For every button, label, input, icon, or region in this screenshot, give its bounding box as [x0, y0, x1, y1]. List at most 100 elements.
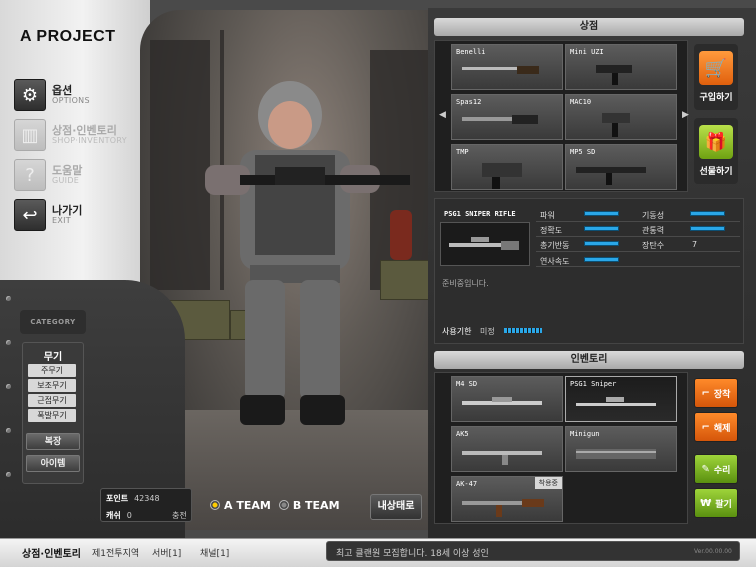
shotgun-icon — [462, 66, 539, 74]
menu-sublabel: SHOP·INVENTORY — [52, 135, 127, 145]
coin-icon: ₩ — [700, 497, 712, 509]
gift-button[interactable]: 🎁 선물하기 — [694, 118, 738, 184]
inventory-item-m4-sd[interactable]: M4 SD — [451, 376, 563, 422]
shop-item-mp5-sd[interactable]: MP5 SD — [565, 144, 677, 190]
stat-label-accuracy: 정확도 — [540, 226, 563, 235]
shop-item-name: MP5 SD — [570, 148, 596, 156]
inventory-item-ak5[interactable]: AK5 — [451, 426, 563, 472]
team-b-option[interactable]: B TEAM — [278, 499, 340, 512]
divider — [536, 251, 740, 252]
wrench-icon: ✎ — [701, 463, 710, 475]
buy-label: 구입하기 — [699, 93, 733, 103]
period-bar — [504, 328, 542, 333]
detail-weapon-image — [440, 222, 530, 266]
team-a-option[interactable]: A TEAM — [210, 499, 271, 512]
rifle-icon — [462, 451, 542, 465]
menu-sublabel: GUIDE — [52, 175, 80, 185]
gun-icon: ⌐ — [701, 387, 710, 399]
equip-button[interactable]: ⌐ 장착 — [694, 378, 738, 408]
category-item[interactable]: 아이템 — [26, 455, 80, 472]
shop-item-mac10[interactable]: MAC10 — [565, 94, 677, 140]
menu-label: 도움말 — [52, 163, 83, 177]
cart-icon: 🛒 — [699, 51, 733, 85]
inventory-item-name: Minigun — [570, 430, 600, 438]
chevron-right-icon[interactable]: ▶ — [682, 110, 689, 120]
divider — [536, 266, 740, 267]
menu-label: 상점·인벤토리 — [52, 123, 117, 137]
equip-label: 장착 — [713, 389, 731, 400]
menu-sublabel: EXIT — [52, 215, 71, 225]
menu-label: 나가기 — [52, 203, 83, 217]
menu-label: 옵션 — [52, 83, 73, 97]
points-row: 포인트 42348 — [106, 493, 160, 504]
rifle-icon — [462, 499, 544, 517]
inventory-item-name: AK5 — [456, 430, 469, 438]
shop-item-name: MAC10 — [570, 98, 592, 106]
points-value: 42348 — [134, 494, 160, 503]
stat-label-mobility: 기동성 — [642, 211, 665, 220]
shop-item-mini-uzi[interactable]: Mini UZI — [565, 44, 677, 90]
radio-selected-icon — [210, 500, 220, 510]
weapon-detail-panel — [434, 198, 744, 344]
inventory-item-minigun[interactable]: Minigun — [565, 426, 677, 472]
server-label: 서버[1] — [152, 549, 182, 559]
sniper-rifle-icon — [449, 237, 519, 250]
divider — [536, 236, 740, 237]
shop-item-tmp[interactable]: TMP — [451, 144, 563, 190]
shop-item-spas12[interactable]: Spas12 — [451, 94, 563, 140]
category-melee[interactable]: 근접무기 — [28, 394, 76, 407]
repair-button[interactable]: ✎ 수리 — [694, 454, 738, 484]
shop-title: 상점 — [434, 18, 744, 36]
stat-value-magazine: 7 — [692, 240, 698, 249]
menu-shop-inventory[interactable]: ▥ 상점·인벤토리 SHOP·INVENTORY — [14, 118, 134, 152]
team-a-label: A TEAM — [224, 498, 271, 512]
shop-item-benelli[interactable]: Benelli — [451, 44, 563, 90]
points-label: 포인트 — [106, 494, 129, 503]
current-screen-title: 상점·인벤토리 — [22, 549, 81, 560]
inventory-item-psg1-sniper[interactable]: PSG1 Sniper — [565, 376, 677, 422]
period-label: 사용기한 — [442, 327, 472, 336]
unequip-label: 해제 — [713, 423, 731, 434]
sell-button[interactable]: ₩ 팔기 — [694, 488, 738, 518]
app-title: A PROJECT — [20, 28, 116, 45]
buy-button[interactable]: 🛒 구입하기 — [694, 44, 738, 110]
cash-label: 캐쉬 — [106, 511, 121, 520]
help-icon: ? — [14, 159, 46, 191]
category-explosive[interactable]: 폭발무기 — [28, 409, 76, 422]
menu-sublabel: OPTIONS — [52, 95, 90, 105]
unequip-button[interactable]: ⌐ 해제 — [694, 412, 738, 442]
shop-item-name: TMP — [456, 148, 469, 156]
stat-bar-penetration — [690, 226, 725, 231]
soldier-character — [205, 81, 410, 425]
cash-row: 캐쉬 0 — [106, 510, 132, 521]
smg-icon — [596, 65, 632, 85]
period-value: 미정 — [480, 327, 495, 336]
shop-item-name: Mini UZI — [570, 48, 604, 56]
inventory-item-name: AK-47 — [456, 480, 478, 488]
menu-guide[interactable]: ? 도움말 GUIDE — [14, 158, 134, 192]
rifle-icon — [462, 397, 542, 405]
category-weapon[interactable]: 무기 — [26, 348, 80, 363]
my-status-button[interactable]: 내상태로 — [370, 494, 422, 520]
menu-exit[interactable]: ↩ 나가기 EXIT — [14, 198, 134, 232]
detail-description: 준비중입니다. — [442, 279, 489, 288]
version-label: Ver.00.00.00 — [694, 548, 732, 555]
stat-bar-accuracy — [584, 226, 619, 231]
chevron-left-icon[interactable]: ◀ — [439, 110, 446, 120]
divider — [536, 221, 740, 222]
shop-icon: ▥ — [14, 119, 46, 151]
category-secondary[interactable]: 보조무기 — [28, 379, 76, 392]
menu-options[interactable]: ⚙ 옵션 OPTIONS — [14, 78, 134, 112]
team-selector: A TEAM B TEAM — [200, 491, 360, 519]
repair-label: 수리 — [713, 465, 731, 476]
category-primary[interactable]: 주무기 — [28, 364, 76, 377]
cash-value: 0 — [126, 511, 132, 520]
gift-label: 선물하기 — [699, 167, 733, 177]
sniper-rifle-icon — [576, 397, 656, 406]
charge-button[interactable]: 충전 — [172, 510, 187, 521]
gift-icon: 🎁 — [699, 125, 733, 159]
stat-bar-power — [584, 211, 619, 216]
inventory-item-ak47[interactable]: AK-47 착용중 — [451, 476, 563, 522]
category-armor[interactable]: 복장 — [26, 433, 80, 450]
category-label: CATEGORY — [20, 310, 86, 334]
